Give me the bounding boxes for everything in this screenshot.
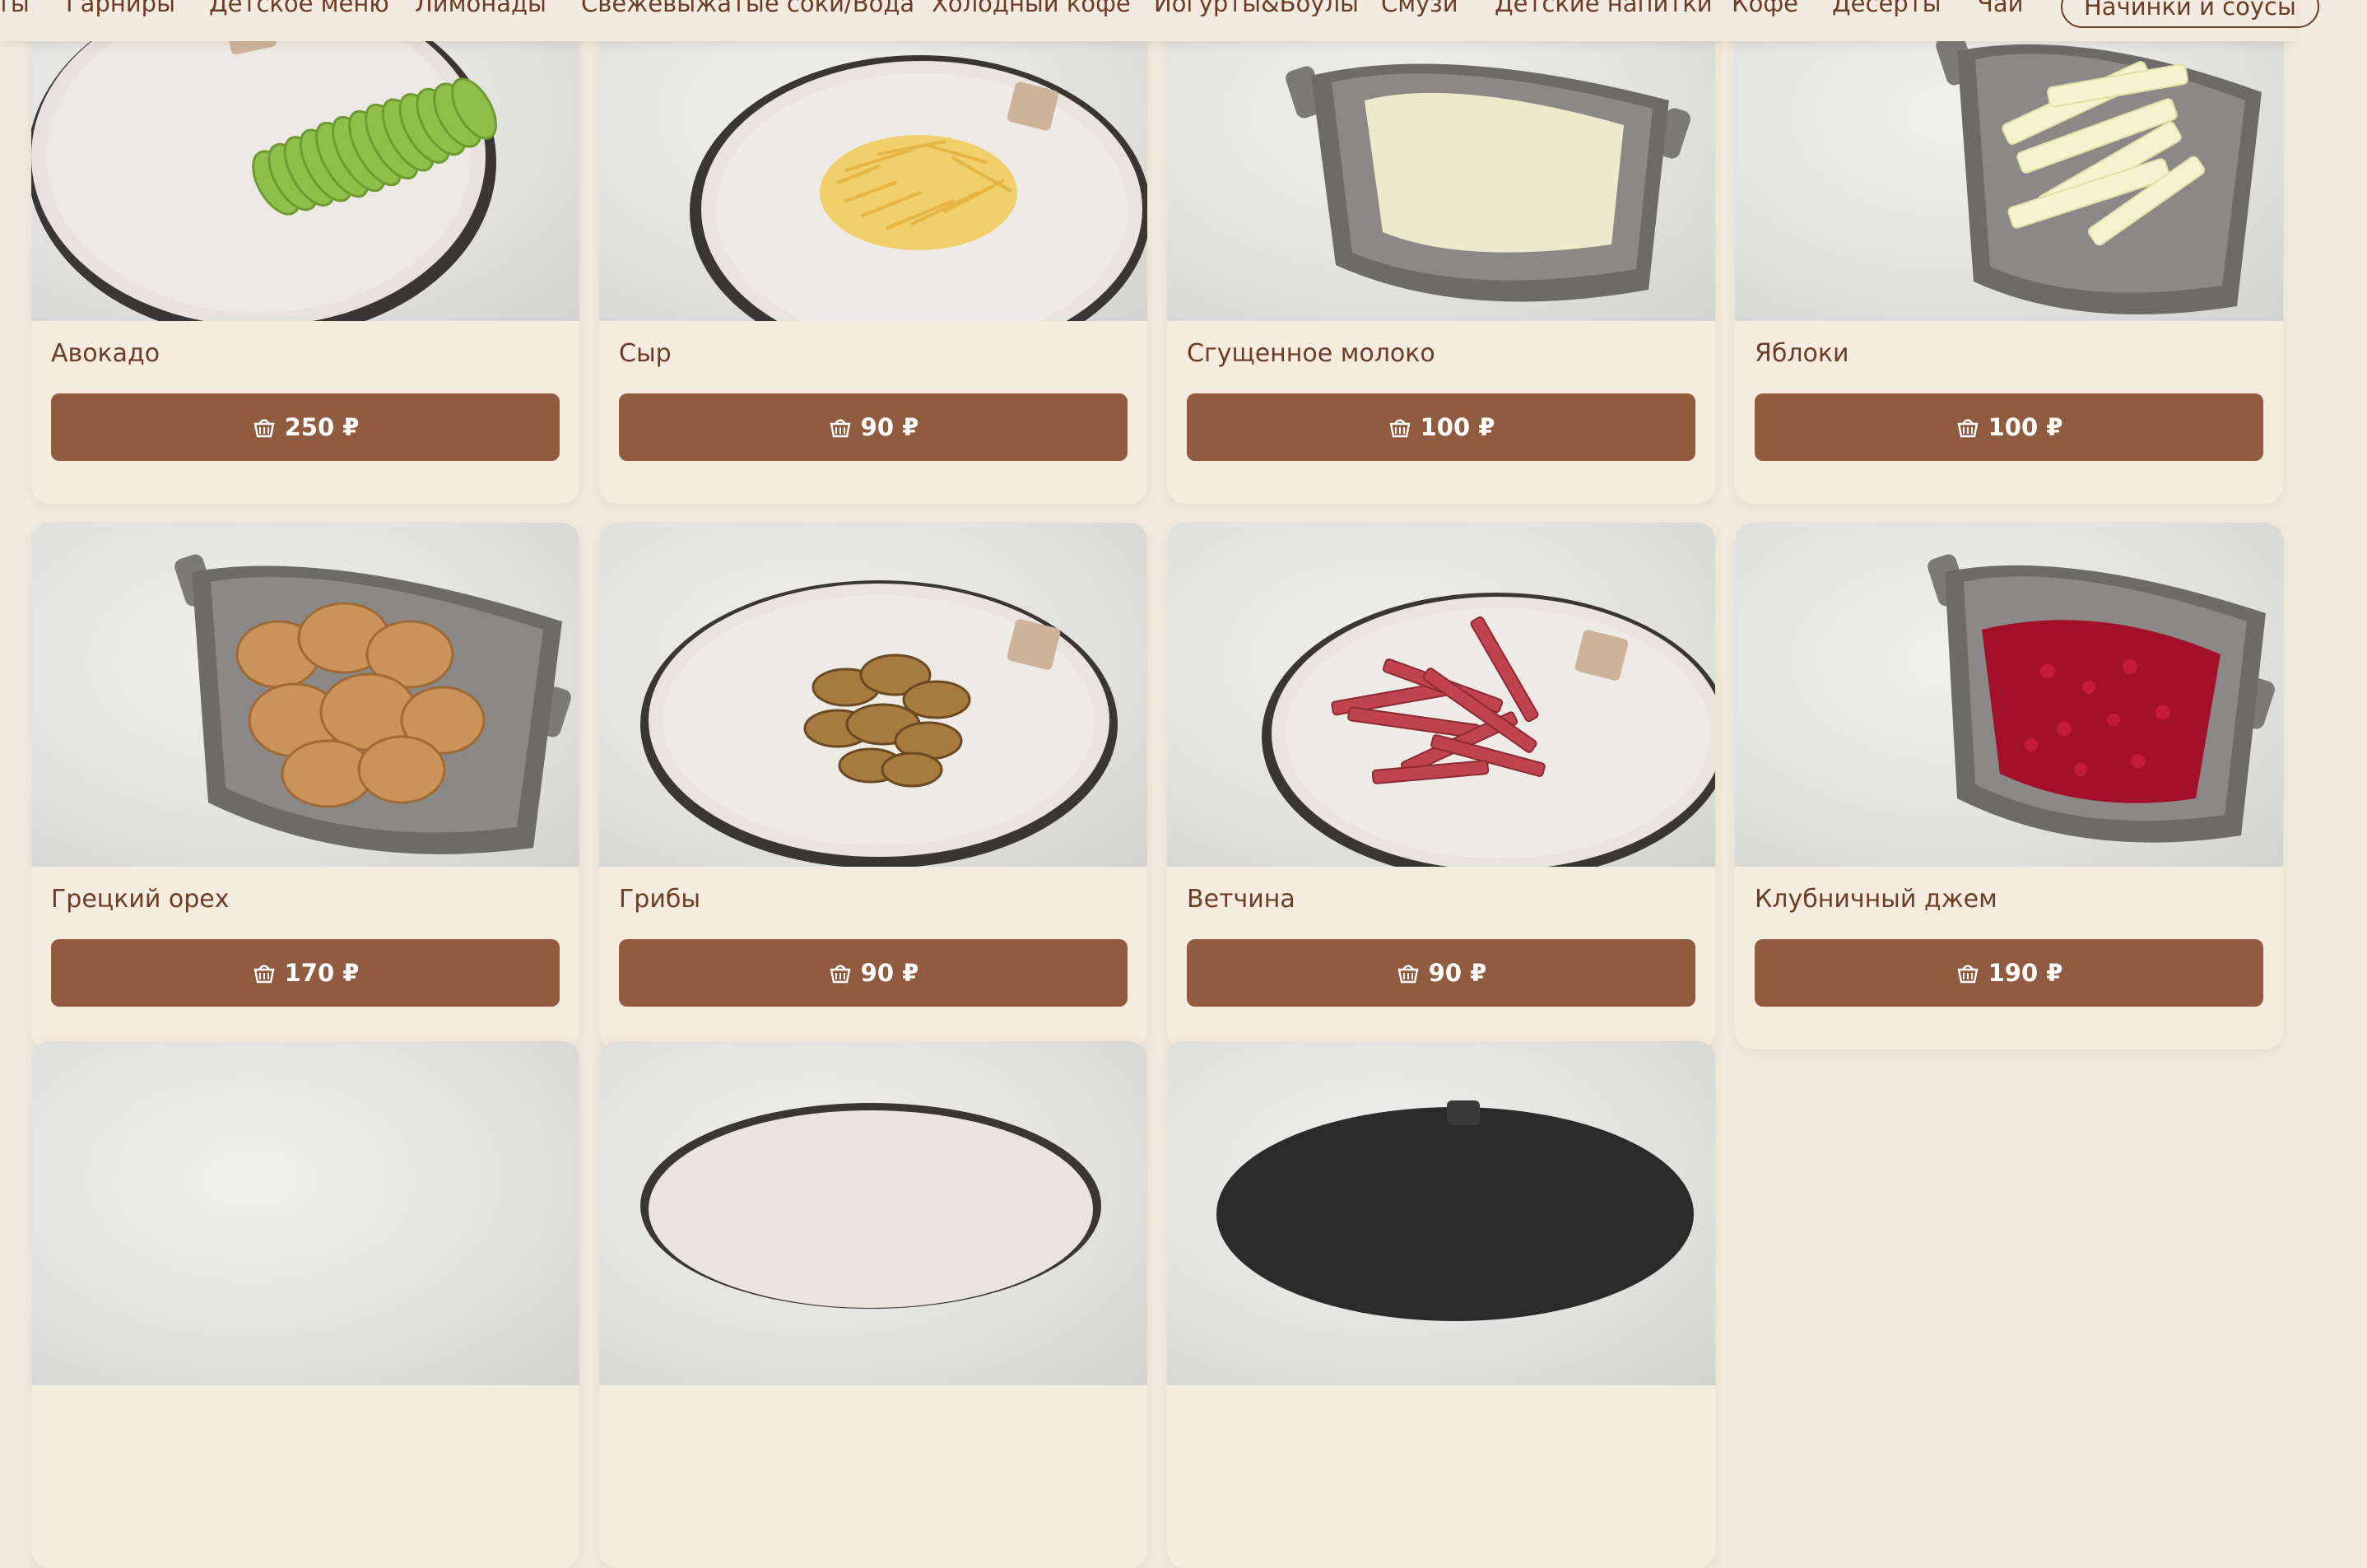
price-label: 100 ₽ [1420, 413, 1495, 441]
add-to-cart-button[interactable]: 100 ₽ [1187, 393, 1695, 461]
nav-item-cold-coffee[interactable]: Холодный кофе [932, 0, 1131, 20]
product-image-cheese[interactable] [599, 0, 1147, 321]
nav-item-yogurts-bowls[interactable]: Йогурты&Боулы [1154, 0, 1359, 20]
product-card-avocado[interactable]: Авокадо 250 ₽ [31, 0, 579, 504]
add-to-cart-button[interactable]: 170 ₽ [51, 939, 560, 1007]
product-card-partial[interactable] [1167, 1041, 1715, 1568]
product-card-partial[interactable] [599, 1041, 1147, 1568]
basket-icon [1389, 419, 1411, 438]
basket-icon [830, 419, 851, 438]
product-name: Грецкий орех [51, 885, 230, 914]
product-image-mushrooms[interactable] [599, 523, 1147, 867]
product-image-partial[interactable] [599, 1041, 1147, 1385]
product-name: Сгущенное молоко [1187, 339, 1435, 368]
nav-item-coffee[interactable]: Кофе [1732, 0, 1798, 20]
nav-item-kids-drinks[interactable]: Детские напитки [1495, 0, 1713, 20]
nav-item-smoothies[interactable]: Смузи [1381, 0, 1458, 20]
product-card-strawberry-jam[interactable]: Клубничный джем 190 ₽ [1735, 523, 2283, 1049]
add-to-cart-button[interactable]: 190 ₽ [1755, 939, 2263, 1007]
basket-icon [253, 419, 275, 438]
product-image-apples[interactable] [1735, 0, 2283, 321]
price-label: 90 ₽ [1428, 959, 1487, 987]
product-name: Клубничный джем [1755, 885, 1997, 914]
nav-item-prev[interactable]: ты [0, 0, 30, 20]
price-label: 250 ₽ [284, 413, 360, 441]
product-card-mushrooms[interactable]: Грибы 90 ₽ [599, 523, 1147, 1049]
product-card-cheese[interactable]: Сыр 90 ₽ [599, 0, 1147, 504]
basket-icon [1957, 419, 1979, 438]
nav-item-kids-menu[interactable]: Детское меню [209, 0, 389, 20]
product-image-avocado[interactable] [31, 0, 579, 321]
nav-item-fillings-sauces[interactable]: Начинки и соусы [2061, 0, 2319, 28]
add-to-cart-button[interactable]: 90 ₽ [619, 939, 1128, 1007]
category-nav: ты Гарниры Детское меню Лимонады Свежевы… [0, 0, 2319, 41]
nav-item-desserts[interactable]: Десерты [1832, 0, 1941, 20]
product-name: Авокадо [51, 339, 160, 368]
product-card-walnut[interactable]: Грецкий орех 170 ₽ [31, 523, 579, 1049]
product-image-walnut[interactable] [31, 523, 579, 867]
price-label: 170 ₽ [284, 959, 360, 987]
add-to-cart-button[interactable]: 100 ₽ [1755, 393, 2263, 461]
price-label: 90 ₽ [860, 413, 919, 441]
product-card-condensed-milk[interactable]: Сгущенное молоко 100 ₽ [1167, 0, 1715, 504]
product-card-ham[interactable]: Ветчина 90 ₽ [1167, 523, 1715, 1049]
product-image-partial[interactable] [31, 1041, 579, 1385]
product-name: Грибы [619, 885, 701, 914]
nav-item-fresh-juices[interactable]: Свежевыжатые соки/Вода [581, 0, 914, 20]
product-image-condensed-milk[interactable] [1167, 0, 1715, 321]
basket-icon [1397, 965, 1419, 984]
product-card-partial[interactable] [31, 1041, 579, 1568]
add-to-cart-button[interactable]: 90 ₽ [619, 393, 1128, 461]
product-image-partial[interactable] [1167, 1041, 1715, 1385]
product-image-ham[interactable] [1167, 523, 1715, 867]
basket-icon [253, 965, 275, 984]
price-label: 90 ₽ [860, 959, 919, 987]
product-image-strawberry-jam[interactable] [1735, 523, 2283, 867]
product-name: Ветчина [1187, 885, 1295, 914]
price-label: 100 ₽ [1988, 413, 2063, 441]
product-card-apples[interactable]: Яблоки 100 ₽ [1735, 0, 2283, 504]
nav-item-garnishes[interactable]: Гарниры [66, 0, 175, 20]
add-to-cart-button[interactable]: 250 ₽ [51, 393, 560, 461]
nav-item-lemonades[interactable]: Лимонады [415, 0, 546, 20]
basket-icon [1957, 965, 1979, 984]
product-name: Сыр [619, 339, 672, 368]
basket-icon [830, 965, 851, 984]
product-name: Яблоки [1755, 339, 1849, 368]
nav-item-tea[interactable]: Чай [1977, 0, 2024, 20]
add-to-cart-button[interactable]: 90 ₽ [1187, 939, 1695, 1007]
price-label: 190 ₽ [1988, 959, 2063, 987]
